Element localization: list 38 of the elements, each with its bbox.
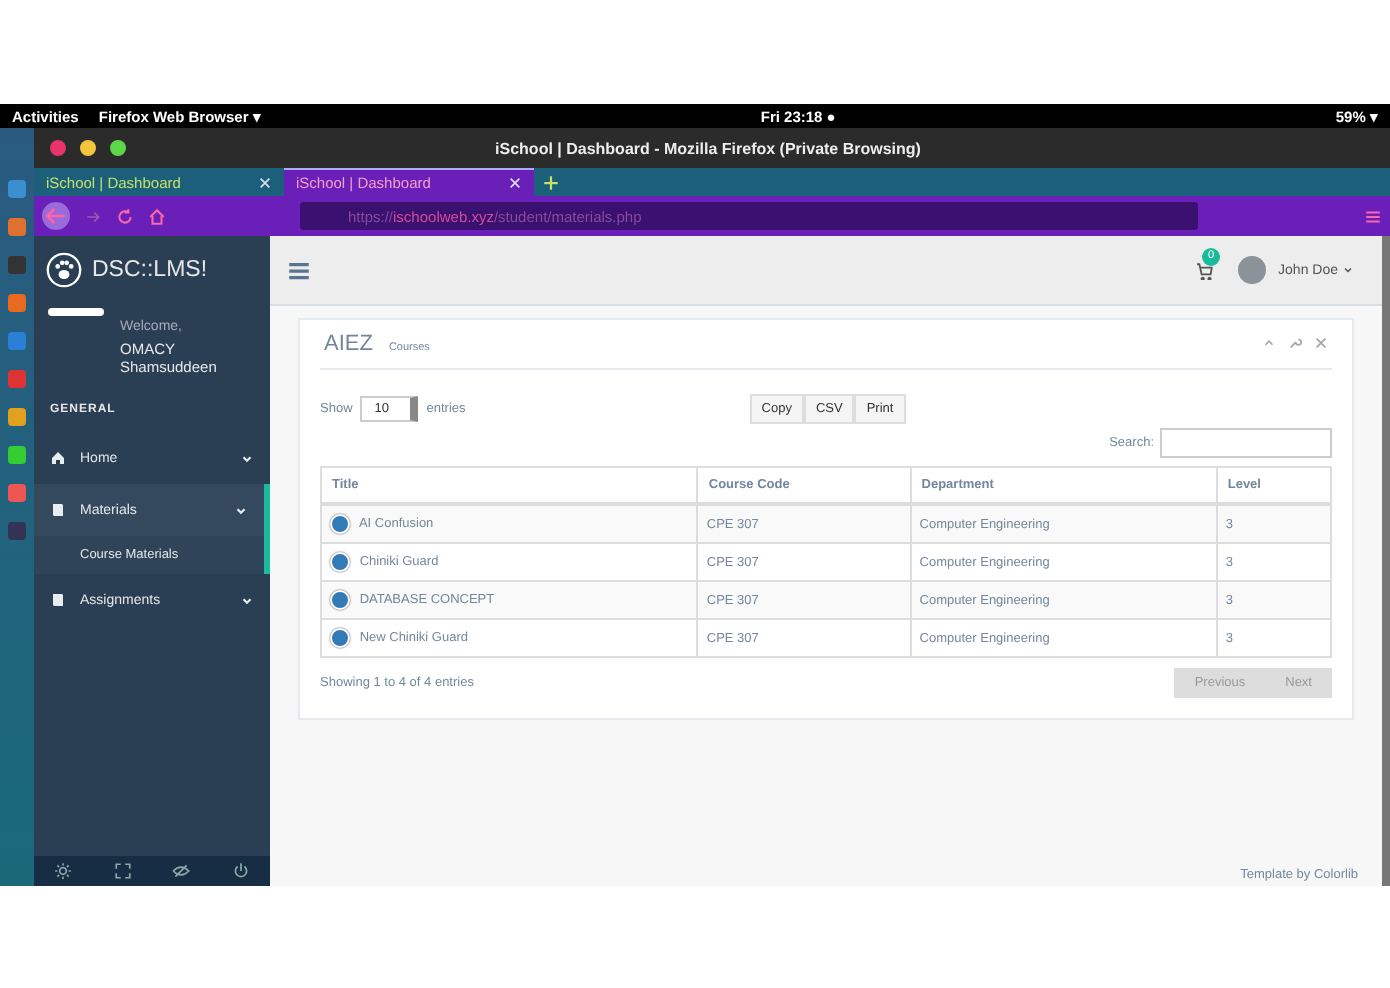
maximize-icon[interactable] [110,140,126,156]
settings-icon[interactable] [54,862,73,880]
app-icon[interactable] [8,180,26,198]
chevron-down-icon [234,503,248,517]
book-icon [50,592,66,608]
user-avatar[interactable] [1238,256,1267,284]
close-icon[interactable] [50,140,66,156]
cart-icon[interactable] [1196,261,1215,279]
reload-icon[interactable] [116,207,134,225]
brand-name: DSC::LMS! [92,258,208,282]
menu-icon[interactable] [286,257,312,283]
eye-slash-icon[interactable] [172,862,191,880]
book-icon [50,502,66,518]
back-icon[interactable] [42,202,70,230]
chevron-down-icon[interactable] [1342,264,1354,276]
app-icon[interactable] [8,446,26,464]
minimize-icon[interactable] [80,140,96,156]
window-title: iSchool | Dashboard - Mozilla Firefox (Private Browsing) [495,139,923,157]
app-icon[interactable] [8,218,26,236]
app-icon[interactable] [8,484,26,502]
fullscreen-icon[interactable] [113,862,132,880]
new-tab-icon[interactable] [542,173,560,191]
paw-icon [46,252,82,288]
search-field[interactable] [1160,428,1332,458]
app-icon[interactable] [8,370,26,388]
menu-icon[interactable] [1364,207,1382,225]
forward-icon[interactable] [84,207,102,225]
app-icon[interactable] [8,408,26,426]
panel-title: AIEZ [324,332,373,356]
home-icon[interactable] [148,207,166,225]
home-icon [50,450,66,466]
scrollbar[interactable] [1382,236,1390,886]
avatar-placeholder [48,308,104,316]
power-icon[interactable] [231,862,250,880]
chevron-down-icon [240,593,254,607]
chevron-down-icon [240,451,254,465]
app-icon[interactable] [8,294,26,312]
chevron-up-icon[interactable] [1262,336,1276,350]
